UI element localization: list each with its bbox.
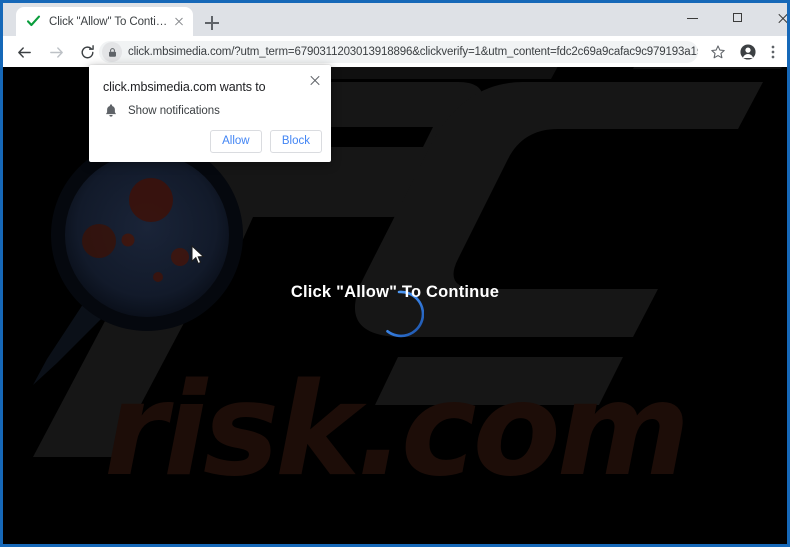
- forward-icon: [43, 39, 69, 65]
- window-close-button[interactable]: [761, 3, 787, 33]
- block-button[interactable]: Block: [269, 130, 322, 153]
- lock-icon[interactable]: [102, 42, 122, 62]
- allow-button[interactable]: Allow: [209, 130, 262, 153]
- page-headline: Click "Allow" To Continue: [290, 283, 500, 301]
- address-bar[interactable]: click.mbsimedia.com/?utm_term=6790311203…: [99, 41, 698, 63]
- browser-tab-active[interactable]: Click "Allow" To Continue: [16, 7, 193, 36]
- permission-request-row: Show notifications: [103, 103, 220, 119]
- tab-title: Click "Allow" To Continue: [49, 15, 171, 28]
- permission-dialog-title: click.mbsimedia.com wants to: [103, 80, 266, 94]
- bookmark-star-icon[interactable]: [706, 40, 730, 64]
- browser-window: Click "Allow" To Continue click.mbsimedi…: [0, 0, 790, 547]
- reload-icon[interactable]: [74, 39, 100, 65]
- bell-icon: [105, 104, 117, 117]
- chrome-menu-icon[interactable]: [761, 40, 785, 64]
- window-minimize-button[interactable]: [671, 3, 716, 33]
- tab-strip: Click "Allow" To Continue: [3, 3, 787, 36]
- browser-toolbar: click.mbsimedia.com/?utm_term=6790311203…: [3, 36, 787, 68]
- new-tab-button[interactable]: [201, 12, 223, 34]
- address-bar-url[interactable]: click.mbsimedia.com/?utm_term=6790311203…: [128, 46, 698, 58]
- back-icon[interactable]: [11, 39, 37, 65]
- close-icon[interactable]: [306, 71, 324, 89]
- permission-request-label: Show notifications: [128, 105, 220, 117]
- tab-close-icon[interactable]: [171, 14, 187, 30]
- window-maximize-button[interactable]: [716, 3, 761, 33]
- profile-avatar-icon[interactable]: [736, 40, 760, 64]
- permission-dialog-actions: Allow Block: [209, 130, 322, 153]
- green-check-icon: [26, 14, 41, 29]
- magnifier-graphic: [33, 139, 243, 385]
- notification-permission-dialog: click.mbsimedia.com wants to Show notifi…: [89, 65, 331, 162]
